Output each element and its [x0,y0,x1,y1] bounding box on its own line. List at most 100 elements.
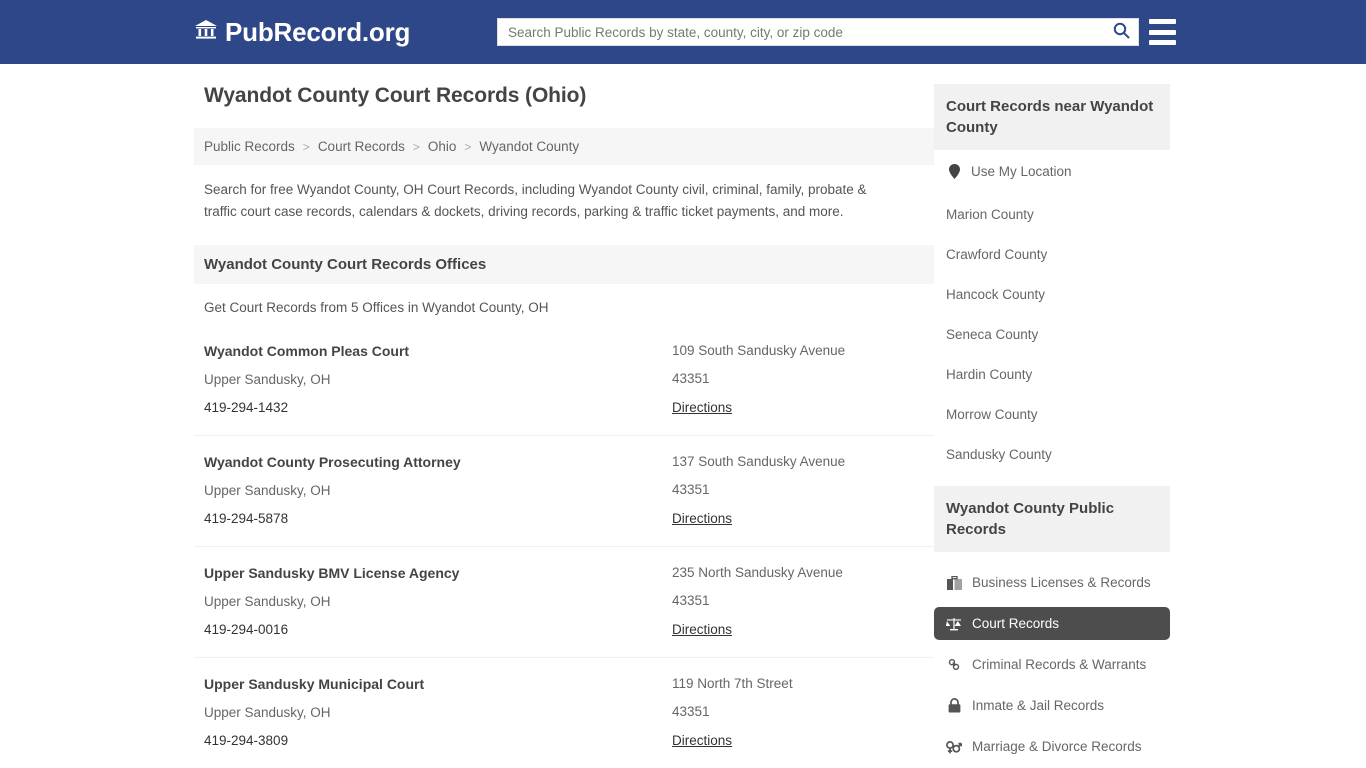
nearby-county-label: Morrow County [946,407,1038,422]
nearby-county-label: Sandusky County [946,447,1052,462]
office-phone: 419-294-3809 [204,733,672,748]
office-address: 137 South Sandusky Avenue 43351 Directions [672,454,922,528]
nearby-county-item: Use My Location [934,164,1170,184]
page-description: Search for free Wyandot County, OH Court… [194,165,912,223]
office-phone: 419-294-5878 [204,511,672,526]
public-records-link[interactable]: Criminal Records & Warrants [934,648,1170,681]
lock-icon [946,698,962,713]
office-zip: 43351 [672,482,922,497]
nearby-county-item: Hardin County [934,366,1170,384]
office-address: 109 South Sandusky Avenue 43351 Directions [672,343,922,417]
gender-symbols-icon [946,740,962,754]
main-content: Wyandot County Court Records (Ohio) Publ… [194,84,934,768]
page-body: Wyandot County Court Records (Ohio) Publ… [0,64,1366,768]
public-records-item: Business Licenses & Records [934,566,1170,599]
nearby-county-link[interactable]: Morrow County [946,407,1038,422]
office-zip: 43351 [672,704,922,719]
office-name[interactable]: Upper Sandusky Municipal Court [204,676,672,692]
breadcrumb-item-ohio[interactable]: Ohio [428,139,457,154]
nearby-counties-list: Use My Location Marion County Crawford Cou… [934,164,1170,464]
office-row: Wyandot Common Pleas Court Upper Sandusky… [194,339,934,436]
nearby-county-link[interactable]: Marion County [946,207,1034,222]
office-details: Wyandot Common Pleas Court Upper Sandusky… [204,343,672,417]
offices-list: Wyandot Common Pleas Court Upper Sandusky… [194,339,934,768]
nearby-county-link[interactable]: Use My Location [946,164,1072,179]
public-records-label: Court Records [972,616,1059,631]
office-address: 235 North Sandusky Avenue43351Directions [672,565,922,639]
office-zip: 43351 [672,371,922,386]
office-name[interactable]: Wyandot County Prosecuting Attorney [204,454,672,470]
office-row: Upper Sandusky BMV License Agency Upper S… [194,561,934,658]
search-button[interactable] [1104,19,1138,45]
public-records-link[interactable]: Marriage & Divorce Records [934,730,1170,763]
public-records-label: Criminal Records & Warrants [972,657,1146,672]
office-name[interactable]: Upper Sandusky BMV License Agency [204,565,672,581]
offices-section-subheading: Get Court Records from 5 Offices in Wyan… [194,284,934,315]
nearby-county-label: Seneca County [946,327,1038,342]
nearby-county-link[interactable]: Seneca County [946,327,1038,342]
sidebar: Court Records near Wyandot County Use My… [934,84,1170,768]
briefcase-icon [946,576,962,590]
breadcrumb-item-court-records[interactable]: Court Records [318,139,405,154]
directions-link[interactable]: Directions [672,511,732,526]
map-pin-icon [946,164,962,179]
menu-bar-1 [1149,19,1176,24]
breadcrumb-separator-icon: > [464,140,471,154]
public-records-label: Business Licenses & Records [972,575,1151,590]
office-street: 137 South Sandusky Avenue [672,454,922,469]
public-records-item: Marriage & Divorce Records [934,730,1170,763]
public-records-link[interactable]: Inmate & Jail Records [934,689,1170,722]
office-name[interactable]: Wyandot Common Pleas Court [204,343,672,359]
search-icon [1113,22,1130,42]
public-records-label: Inmate & Jail Records [972,698,1104,713]
public-records-item: Court Records [934,607,1170,640]
nearby-county-label: Use My Location [971,164,1072,179]
search-bar[interactable] [497,18,1139,46]
nearby-county-link[interactable]: Hancock County [946,287,1045,302]
records-panel-heading: Wyandot County Public Records [934,486,1170,552]
scales-of-justice-icon [946,617,962,631]
office-street: 235 North Sandusky Avenue [672,565,922,580]
site-header: PubRecord.org [0,0,1366,64]
bank-building-icon [194,19,218,46]
menu-bar-3 [1149,40,1176,45]
nearby-county-link[interactable]: Crawford County [946,247,1047,262]
nearby-county-label: Hardin County [946,367,1032,382]
menu-bar-2 [1149,30,1176,35]
public-records-item: Criminal Records & Warrants [934,648,1170,681]
office-city: Upper Sandusky, OH [204,705,672,720]
nearby-county-item: Morrow County [934,406,1170,424]
breadcrumb-item-wyandot-county[interactable]: Wyandot County [479,139,579,154]
office-city: Upper Sandusky, OH [204,372,672,387]
breadcrumb-item-public-records[interactable]: Public Records [204,139,295,154]
office-row: Wyandot County Prosecuting Attorney Upper… [194,450,934,547]
page-title: Wyandot County Court Records (Ohio) [204,84,934,108]
nearby-county-link[interactable]: Hardin County [946,367,1032,382]
directions-link[interactable]: Directions [672,622,732,637]
directions-link[interactable]: Directions [672,400,732,415]
handcuffs-icon [946,657,962,672]
office-details: Wyandot County Prosecuting Attorney Upper… [204,454,672,528]
office-street: 109 South Sandusky Avenue [672,343,922,358]
site-logo[interactable]: PubRecord.org [194,17,410,48]
hamburger-menu-icon[interactable] [1149,19,1176,45]
nearby-county-item: Sandusky County [934,446,1170,464]
nearby-county-item: Crawford County [934,246,1170,264]
nearby-county-label: Marion County [946,207,1034,222]
nearby-county-label: Crawford County [946,247,1047,262]
public-records-link[interactable]: Court Records [934,607,1170,640]
nearby-county-link[interactable]: Sandusky County [946,447,1052,462]
office-street: 119 North 7th Street [672,676,922,691]
office-phone: 419-294-1432 [204,400,672,415]
office-city: Upper Sandusky, OH [204,594,672,609]
search-input[interactable] [498,19,1104,45]
breadcrumb: Public Records > Court Records > Ohio > … [194,128,934,165]
office-row: Upper Sandusky Municipal Court Upper Sand… [194,672,934,768]
public-records-link[interactable]: Business Licenses & Records [934,566,1170,599]
breadcrumb-separator-icon: > [303,140,310,154]
office-city: Upper Sandusky, OH [204,483,672,498]
nearby-county-item: Seneca County [934,326,1170,344]
nearby-county-item: Hancock County [934,286,1170,304]
directions-link[interactable]: Directions [672,733,732,748]
near-panel-heading: Court Records near Wyandot County [934,84,1170,150]
